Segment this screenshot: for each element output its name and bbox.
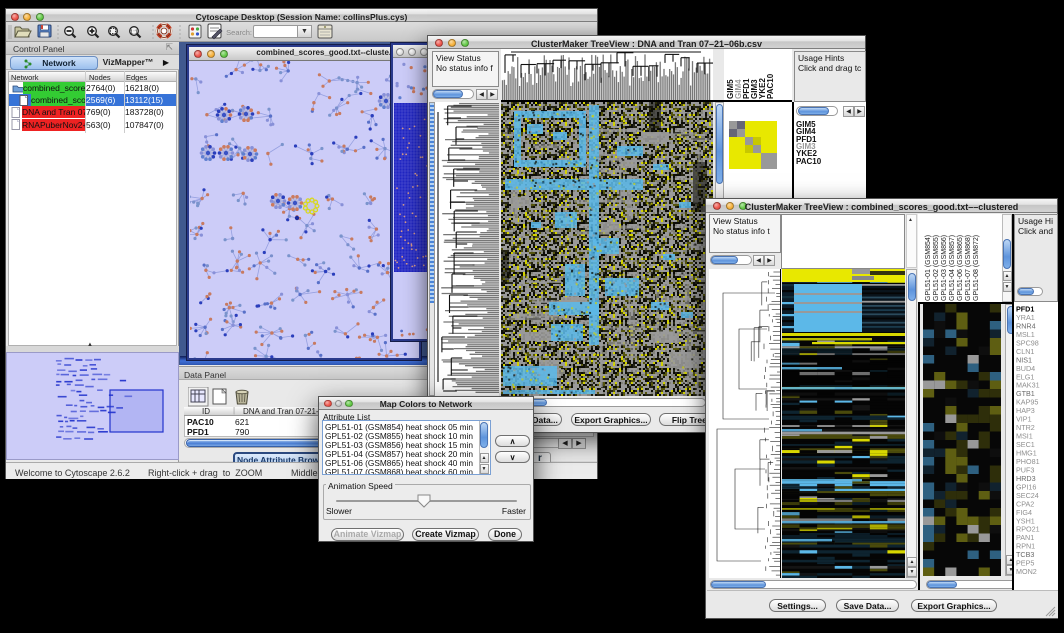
svg-text:GPL51-08 (GSM872): GPL51-08 (GSM872) bbox=[973, 235, 980, 301]
svg-text:GPL51-01 (GSM854): GPL51-01 (GSM854) bbox=[925, 235, 932, 301]
svg-text:GPL51-07 (GSM868): GPL51-07 (GSM868) bbox=[965, 235, 972, 301]
svg-text:GPL51-06 (GSM865): GPL51-06 (GSM865) bbox=[957, 235, 964, 301]
svg-text:GPL51-03 (GSM856): GPL51-03 (GSM856) bbox=[941, 235, 948, 301]
svg-text:1:1: 1:1 bbox=[130, 29, 138, 35]
svg-text:PAC10: PAC10 bbox=[766, 73, 775, 99]
svg-text:GPL51-02 (GSM855): GPL51-02 (GSM855) bbox=[933, 235, 940, 301]
svg-text:MON2: MON2 bbox=[1016, 567, 1037, 576]
svg-text:GPL51-04 (GSM857): GPL51-04 (GSM857) bbox=[949, 235, 956, 301]
